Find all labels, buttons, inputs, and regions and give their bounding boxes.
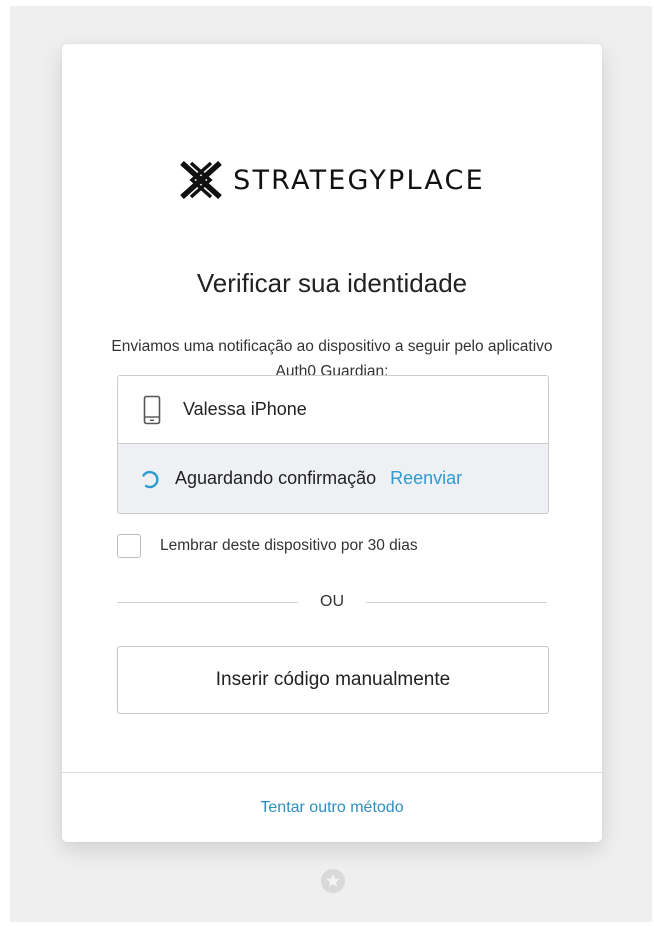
brand-logo: STRATEGYPLACE xyxy=(62,161,602,199)
divider-line-left xyxy=(117,601,298,603)
remember-device[interactable]: Lembrar deste dispositivo por 30 dias xyxy=(117,534,418,558)
status-text: Aguardando confirmação xyxy=(175,468,377,488)
login-card: STRATEGYPLACE Verificar sua identidade E… xyxy=(62,44,602,842)
or-divider: OU xyxy=(117,591,547,613)
mobile-phone-icon xyxy=(143,395,161,424)
device-panel: Valessa iPhone Aguardando confirmação Re… xyxy=(117,375,549,514)
status-row: Aguardando confirmação Reenviar xyxy=(118,444,548,513)
divider-line-right xyxy=(366,601,547,603)
strategyplace-logo-icon xyxy=(180,161,222,199)
page-title: Verificar sua identidade xyxy=(196,268,468,298)
remember-label: Lembrar deste dispositivo por 30 dias xyxy=(160,537,418,554)
try-another-method-link[interactable]: Tentar outro método xyxy=(62,799,602,817)
brand-name: STRATEGYPLACE xyxy=(233,164,485,196)
device-name: Valessa iPhone xyxy=(183,399,307,419)
spinner-icon xyxy=(142,470,159,488)
divider-label: OU xyxy=(320,593,344,610)
shield-star-icon xyxy=(321,869,345,893)
device-row[interactable]: Valessa iPhone xyxy=(118,376,548,444)
resend-link[interactable]: Reenviar xyxy=(390,468,462,489)
manual-code-button[interactable]: Inserir código manualmente xyxy=(117,646,549,714)
remember-checkbox[interactable] xyxy=(117,534,141,558)
footer-divider xyxy=(62,772,602,773)
